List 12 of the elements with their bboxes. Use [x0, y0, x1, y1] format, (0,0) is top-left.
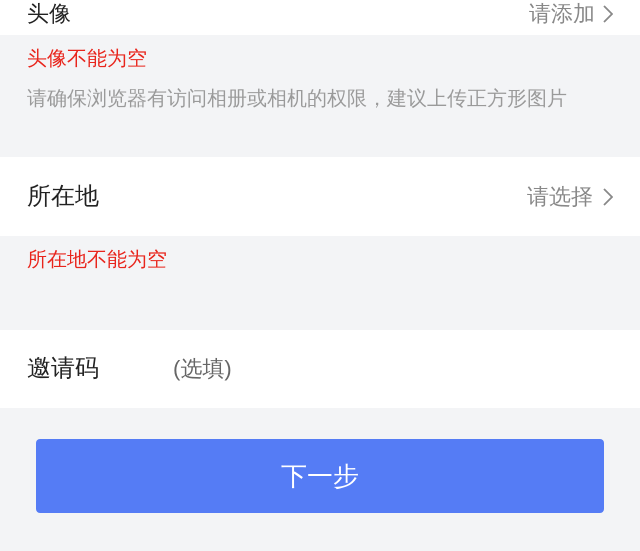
- invite-code-field[interactable]: (选填): [173, 330, 640, 408]
- error-message: 头像不能为空: [27, 47, 148, 72]
- add-avatar-button[interactable]: 请添加: [529, 0, 613, 28]
- avatar-label: 头像: [27, 0, 71, 28]
- next-step-button[interactable]: 下一步: [36, 439, 604, 513]
- error-message: 所在地不能为空: [27, 249, 167, 271]
- chevron-icon: [603, 5, 613, 23]
- chevron-icon: [603, 188, 613, 206]
- location-label: 所在地: [27, 182, 99, 212]
- hint-text: 请确保浏览器有访问相册或相机的权限，建议上传正方形图片: [27, 87, 568, 112]
- invite-code-label: 邀请码: [0, 330, 173, 408]
- location-select-button[interactable]: 请选择: [527, 180, 613, 213]
